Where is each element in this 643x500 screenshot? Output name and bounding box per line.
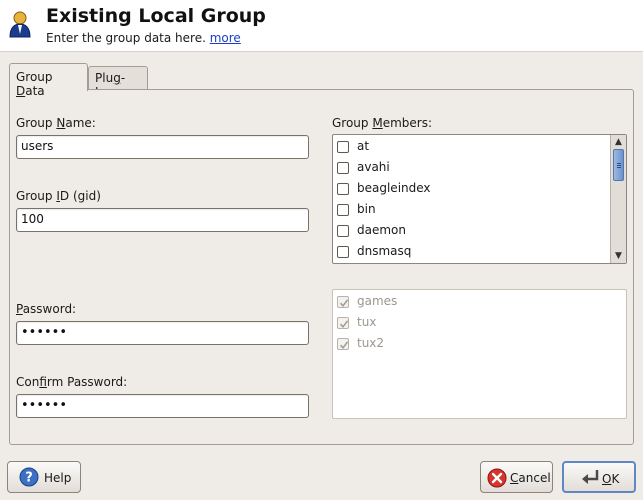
help-label: Help [44,471,72,485]
help-button[interactable]: ? Help [7,461,81,493]
cancel-label: Cancel [510,471,551,485]
password-label: Password: [16,302,77,316]
members-scrollbar[interactable]: ▲ ▼ [610,135,626,263]
group-name-input[interactable]: users [16,135,309,159]
ok-label: OK [602,472,620,486]
group-id-label: Group ID (gid) [16,189,101,203]
ok-button[interactable]: OK [562,461,636,493]
scrollbar-thumb[interactable] [613,149,624,181]
group-members-label: Group Members: [332,116,433,130]
member-name: avahi [357,160,390,174]
fixed-member-name: games [357,294,398,308]
tab-label: ata [25,84,45,98]
member-name: at [357,139,370,153]
tab-label: Group [16,70,53,84]
member-name: dnsmasq [357,244,412,258]
dialog-title: Existing Local Group [46,5,266,27]
list-item[interactable]: beagleindex [337,180,597,198]
help-icon: ? [19,467,39,487]
disabled-checkbox [337,338,349,350]
member-checkbox[interactable] [337,225,349,237]
group-id-input[interactable]: 100 [16,208,309,232]
member-checkbox[interactable] [337,183,349,195]
list-item: games [337,293,597,311]
svg-text:?: ? [25,471,33,486]
user-group-icon [9,11,31,38]
member-name: daemon [357,223,406,237]
cancel-button[interactable]: Cancel [480,461,553,493]
confirm-password-label: Confirm Password: [16,375,128,389]
group-members-list[interactable]: at avahi beagleindex bin daemon dnsmasq … [332,134,627,264]
confirm-password-input[interactable]: •••••• [16,394,309,418]
fixed-members-list: games tux tux2 [332,289,627,419]
password-input[interactable]: •••••• [16,321,309,345]
member-checkbox[interactable] [337,162,349,174]
list-item[interactable]: daemon [337,222,597,240]
tab-label: Plu [95,71,114,85]
cancel-icon [487,468,507,488]
tab-mnemonic: g [113,71,121,85]
list-item[interactable]: at [337,138,597,156]
fixed-member-name: tux2 [357,336,385,350]
list-item: tux2 [337,335,597,353]
enter-arrow-icon [582,470,599,484]
dialog-header: Existing Local Group Enter the group dat… [0,0,643,52]
member-checkbox[interactable] [337,204,349,216]
list-item[interactable]: dnsmasq [337,243,597,261]
subtitle-text: Enter the group data here. [46,31,206,45]
member-checkbox[interactable] [337,141,349,153]
tab-plug-ins[interactable]: Plug-Ins [88,66,148,99]
list-item[interactable]: avahi [337,159,597,177]
disabled-checkbox [337,317,349,329]
scroll-up-icon[interactable]: ▲ [611,135,626,149]
disabled-checkbox [337,296,349,308]
tab-mnemonic: D [16,84,26,98]
member-checkbox[interactable] [337,246,349,258]
member-name: beagleindex [357,181,431,195]
more-link[interactable]: more [210,31,241,45]
member-name: bin [357,202,376,216]
scroll-down-icon[interactable]: ▼ [611,249,626,263]
tab-group-data[interactable]: Group Data [9,63,88,98]
group-name-label: Group Name: [16,116,96,130]
list-item: tux [337,314,597,332]
fixed-member-name: tux [357,315,377,329]
list-item[interactable]: bin [337,201,597,219]
dialog-subtitle: Enter the group data here. more [46,31,241,45]
